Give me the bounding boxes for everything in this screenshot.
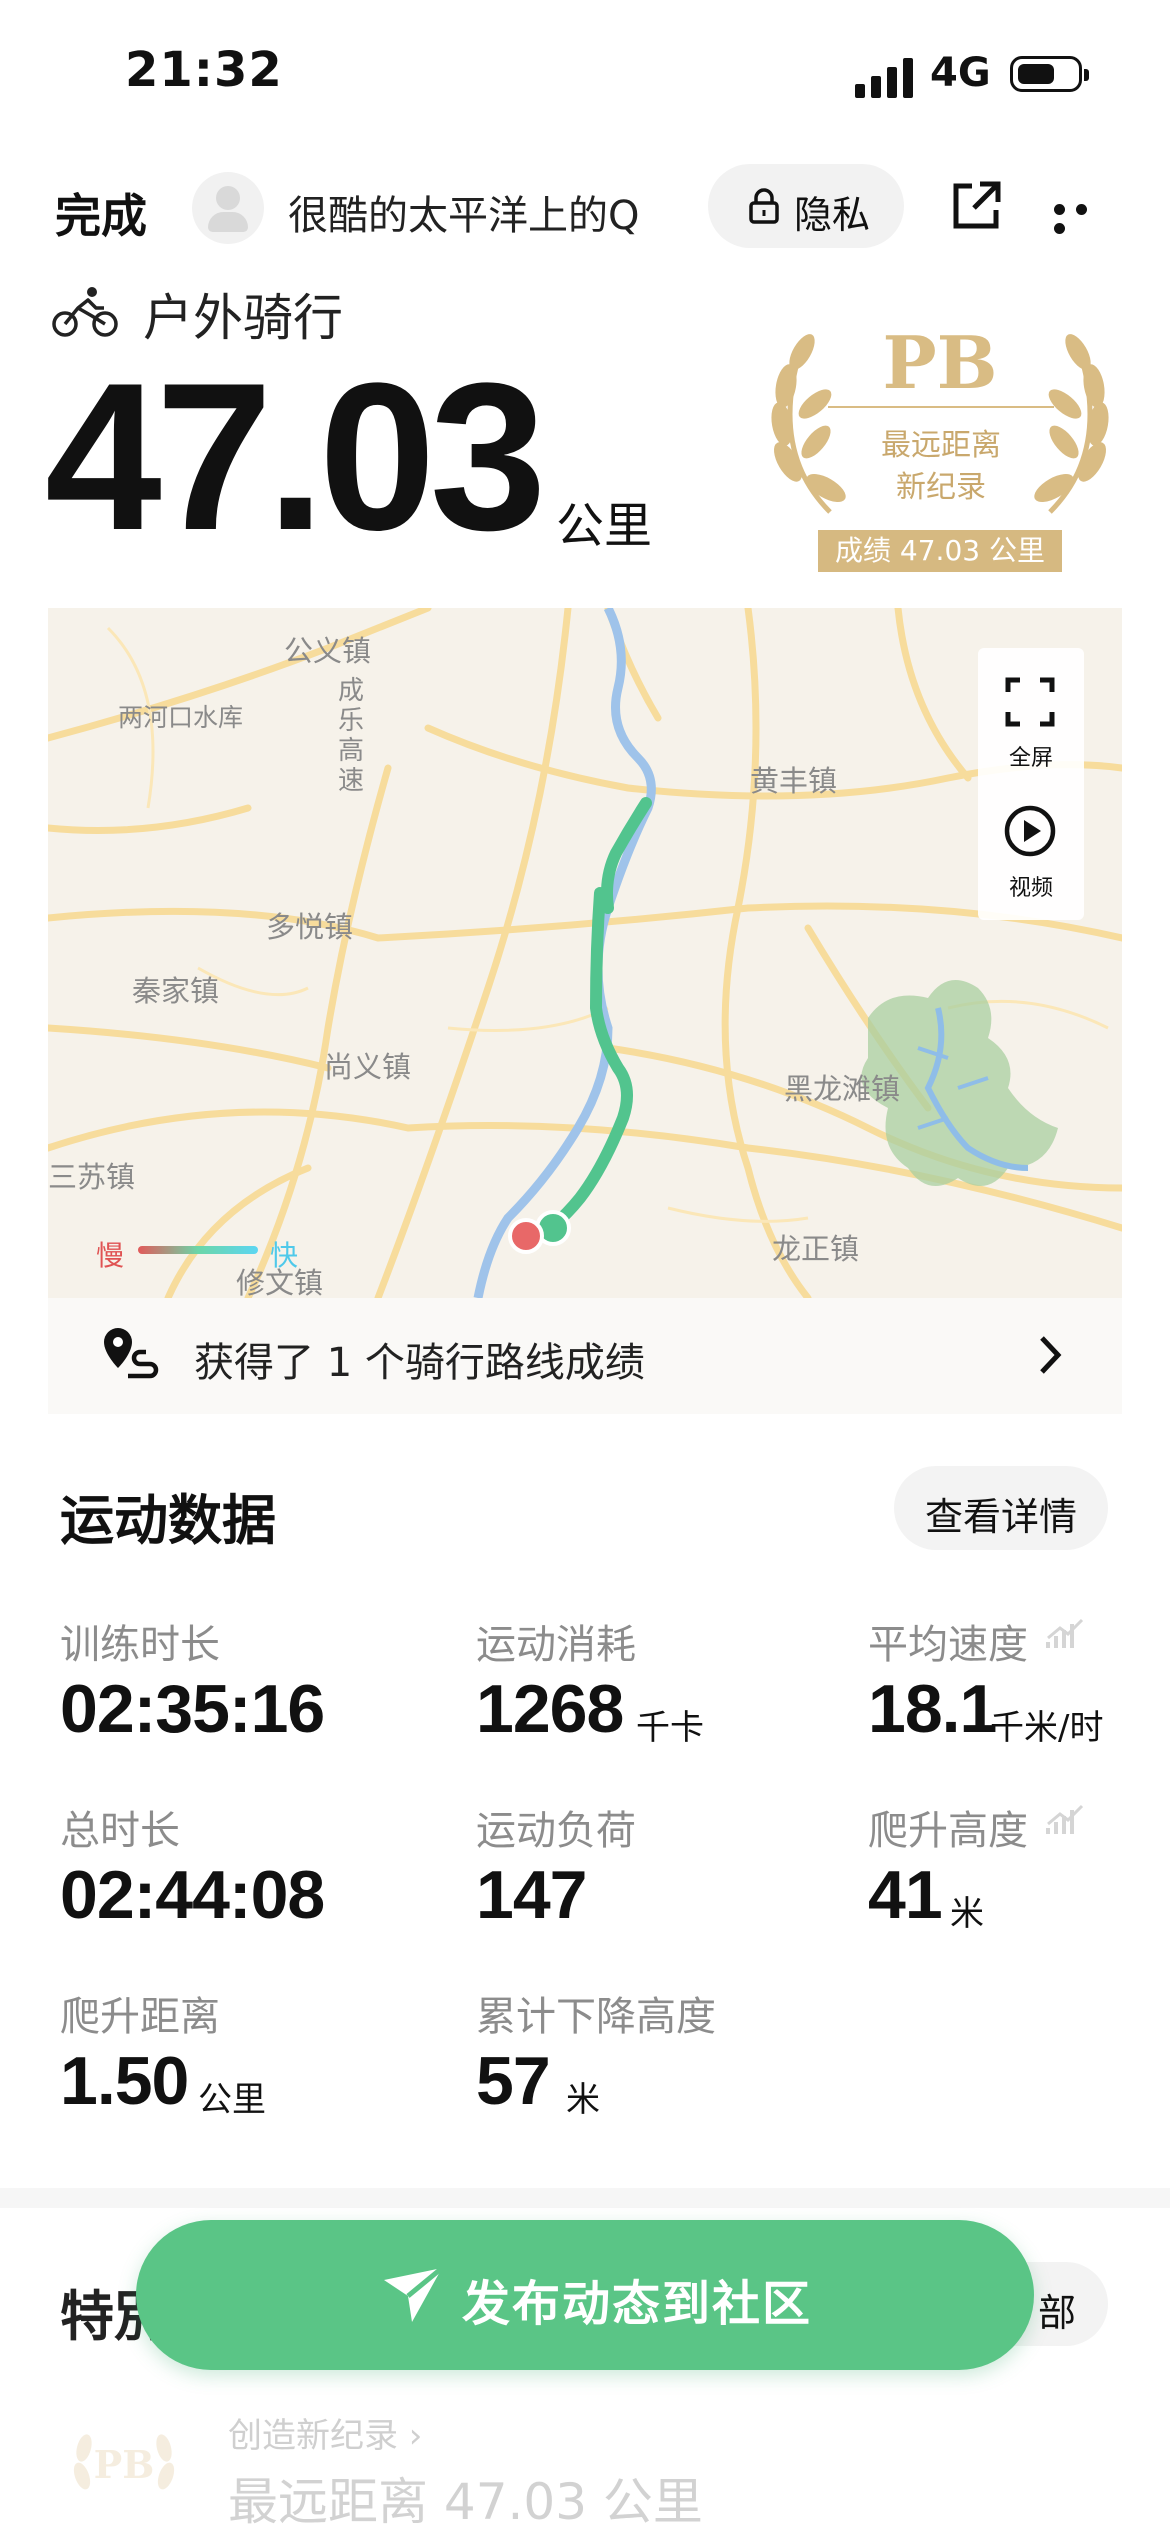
pb-title: PB [882,320,998,405]
stat-label: 平均速度 [868,1622,1028,1668]
stat-label: 总时长 [60,1808,180,1854]
route-achievement-text[interactable]: 获得了 1 个骑行路线成绩 [194,1330,645,1388]
place-label: 黑龙滩镇 [784,1072,901,1106]
place-label: 龙正镇 [772,1232,860,1266]
stat-value: 02:35:16 [60,1671,325,1747]
pb-score: 成绩 47.03 公里 [818,530,1062,572]
stat-value: 41 [868,1857,943,1933]
stat-unit: 千卡 [636,1708,704,1748]
stat-label: 运动负荷 [476,1808,636,1854]
publish-label: 发布动态到社区 [462,2276,813,2332]
privacy-label: 隐私 [794,193,871,237]
stat-label: 爬升高度 [868,1808,1028,1854]
section-divider [0,2188,1170,2208]
svg-text:PB: PB [94,2442,155,2487]
share-icon[interactable] [948,178,1004,234]
place-label: 三苏镇 [48,1160,136,1194]
stat-unit: 千米/时 [990,1708,1104,1748]
trend-icon[interactable] [1046,1618,1086,1652]
stat-unit: 米 [566,2080,600,2120]
more-icon[interactable] [1054,200,1114,234]
pb-divider [828,406,1054,408]
place-label: 黄丰镇 [750,764,838,798]
trend-icon[interactable] [1046,1804,1086,1838]
route-map[interactable]: 公义镇 两河口水库 成乐高速 黄丰镇 多悦镇 秦家镇 尚义镇 黑龙滩镇 三苏镇 … [48,608,1122,1298]
stat-value: 18.1 [868,1671,997,1747]
stat-value: 02:44:08 [60,1857,325,1933]
distance-value: 47.03 [45,339,547,574]
place-label: 公义镇 [284,634,372,668]
stat-label: 训练时长 [60,1622,220,1668]
signal-icon [855,58,913,98]
place-label: 两河口水库 [118,703,244,732]
stat-label: 爬升距离 [60,1994,220,2040]
place-label: 成乐高速 [338,676,365,796]
stats-section-title: 运动数据 [60,1489,276,1552]
network-type: 4G [930,50,991,96]
stat-value: 1.50 [60,2043,189,2119]
bicycle-icon [52,287,118,337]
done-button[interactable]: 完成 [55,180,147,246]
pb-line1: 最远距离 [881,428,1001,463]
pb-record-icon: PB [73,2434,175,2490]
privacy-button[interactable]: 隐私 [708,164,904,248]
publish-to-community-button[interactable]: 发布动态到社区 [136,2220,1034,2370]
place-label: 秦家镇 [132,974,220,1008]
battery-icon [1010,56,1089,92]
fullscreen-label[interactable]: 全屏 [978,740,1084,772]
stat-label: 累计下降高度 [476,1994,716,2040]
stat-unit: 公里 [198,2080,266,2120]
status-time: 21:32 [125,42,283,98]
avatar[interactable] [192,172,264,244]
view-details-label: 查看详情 [924,1495,1077,1539]
video-label[interactable]: 视频 [978,870,1084,902]
stat-value: 1268 [476,1671,624,1747]
stat-label: 运动消耗 [476,1622,636,1668]
fullscreen-icon[interactable] [1004,676,1056,728]
send-icon [384,2266,444,2322]
distance-unit: 公里 [556,498,653,554]
view-all-label: 部 [1038,2291,1077,2335]
legend-fast: 快 [270,1239,299,1272]
speed-legend-bar [138,1246,258,1254]
stat-unit: 米 [950,1894,984,1934]
place-label: 尚义镇 [324,1050,412,1084]
chevron-right-icon[interactable] [1036,1334,1064,1376]
stat-value: 57 [476,2043,551,2119]
stat-value: 147 [476,1857,587,1933]
place-label: 多悦镇 [266,910,354,944]
legend-slow: 慢 [96,1239,125,1272]
new-record-value: 最远距离 47.03 公里 [228,2473,703,2531]
username[interactable]: 很酷的太平洋上的Q [288,183,639,241]
view-details-button[interactable]: 查看详情 [894,1466,1108,1550]
new-record-link[interactable]: 创造新纪录 › [228,2408,422,2457]
lock-icon [749,188,779,224]
route-icon [104,1328,159,1379]
play-icon[interactable] [1003,804,1057,858]
pb-line2: 新纪录 [896,470,986,505]
